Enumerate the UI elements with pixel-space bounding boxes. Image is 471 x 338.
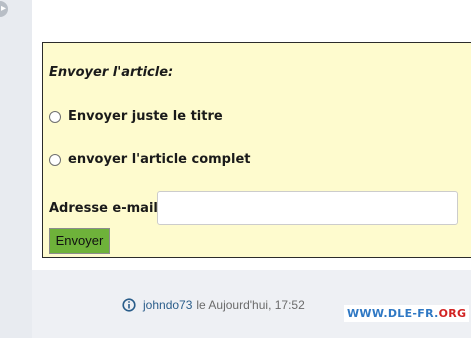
send-button[interactable]: Envoyer (49, 228, 110, 254)
radio-button[interactable] (49, 110, 61, 123)
author-link[interactable]: johndo73 (143, 298, 192, 312)
article-footer: johndo73 le Aujourd'hui, 17:52 WWW.DLE-F… (32, 270, 471, 338)
article-meta: johndo73 le Aujourd'hui, 17:52 (122, 298, 305, 312)
expand-arrow-icon[interactable]: ▸ (0, 1, 8, 17)
left-sidebar-strip: ▸ (0, 0, 32, 338)
watermark-logo: WWW.DLE-FR.ORG (344, 305, 470, 322)
radio-button[interactable] (49, 153, 61, 166)
option-title-only[interactable]: Envoyer juste le titre (49, 109, 223, 124)
email-field[interactable] (157, 191, 458, 225)
send-article-form: Envoyer l'article: Envoyer juste le titr… (42, 42, 471, 258)
info-icon (122, 298, 136, 312)
option-label: envoyer l'article complet (68, 152, 251, 167)
watermark-suffix: ORG (438, 307, 467, 320)
option-label: Envoyer juste le titre (68, 109, 223, 124)
form-title: Envoyer l'article: (49, 65, 174, 80)
watermark-text: WWW.DLE-FR. (347, 307, 439, 320)
publish-date: le Aujourd'hui, 17:52 (196, 298, 305, 312)
email-label: Adresse e-mail: (49, 201, 164, 216)
option-full-article[interactable]: envoyer l'article complet (49, 152, 250, 167)
